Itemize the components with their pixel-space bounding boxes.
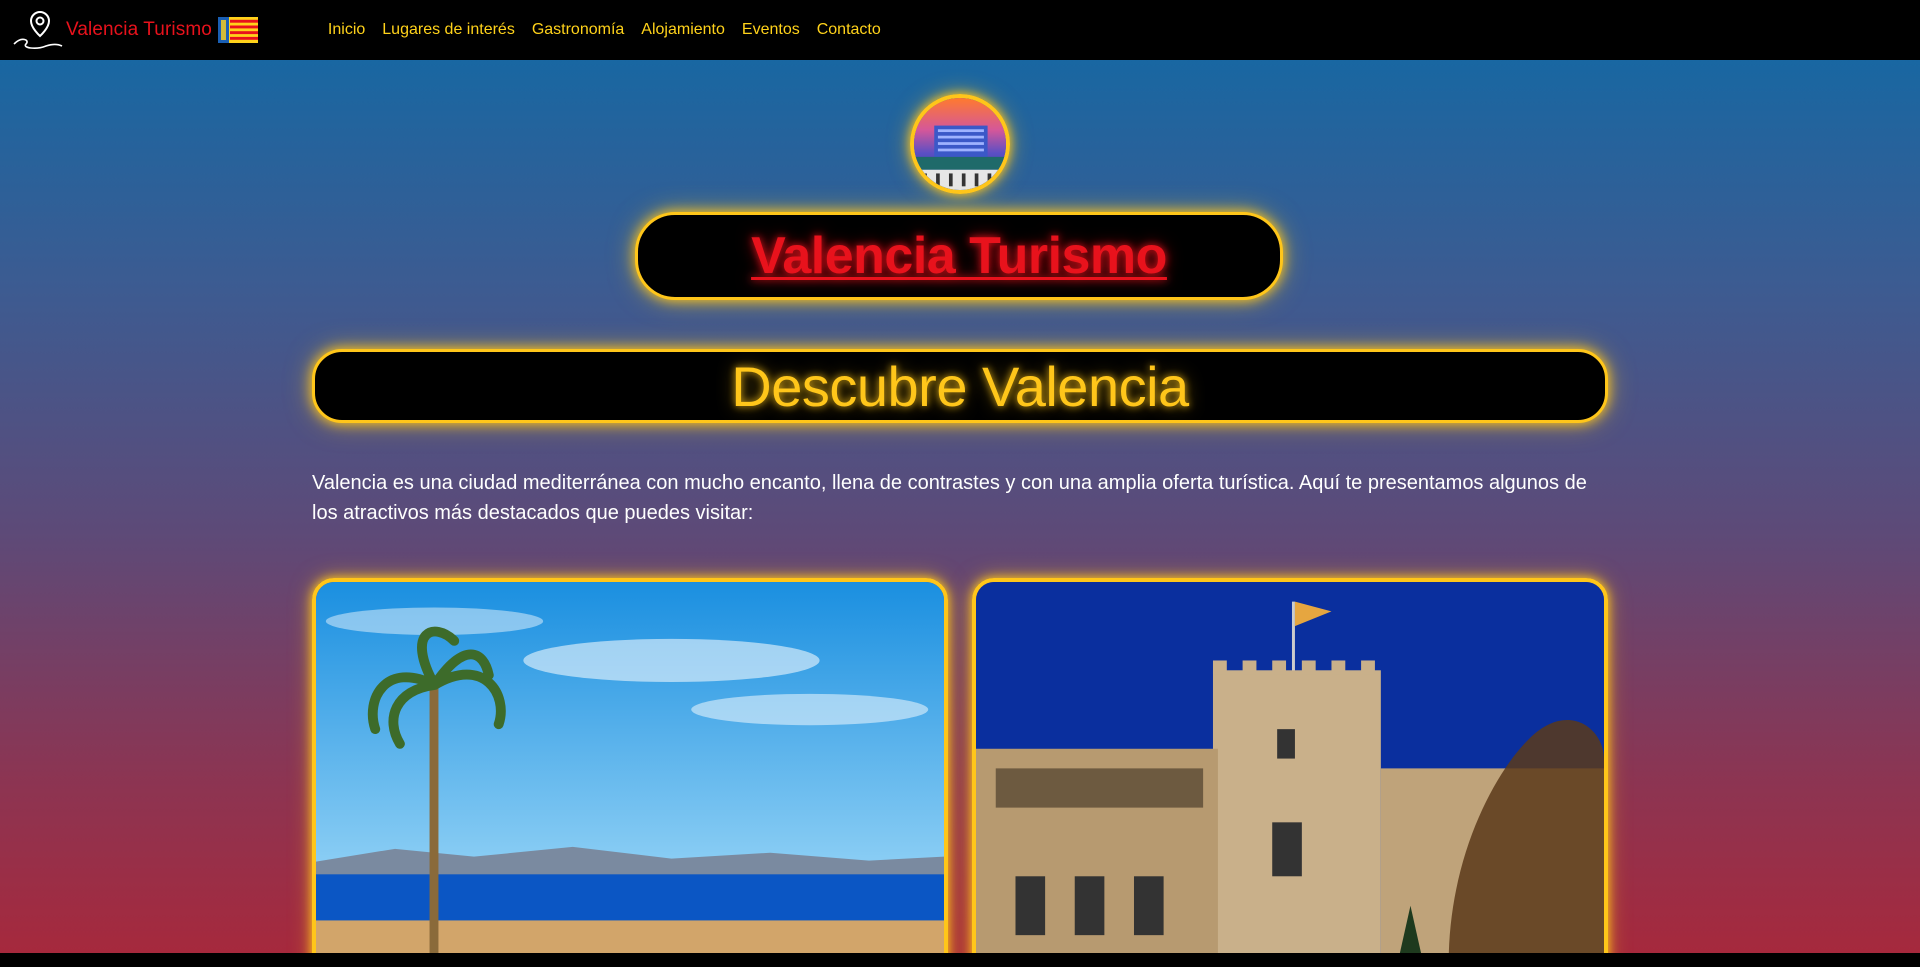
nav-contacto[interactable]: Contacto [817,21,881,39]
site-title-box: Valencia Turismo [635,212,1283,300]
map-pin-icon [13,10,63,49]
hero-avatar-image [910,94,1010,194]
section-heading: Descubre Valencia [731,354,1189,418]
intro-paragraph: Valencia es una ciudad mediterránea con … [312,472,1587,524]
lonja-image-card[interactable] [972,578,1608,967]
valencia-flag-icon [217,17,258,43]
nav-gastronomia[interactable]: Gastronomía [532,21,624,39]
brand-link[interactable]: Valencia Turismo [12,8,258,52]
nav-inicio[interactable]: Inicio [328,21,365,39]
lonja-photo [976,582,1604,967]
nav-lugares-de-interes[interactable]: Lugares de interés [382,21,515,39]
nav-alojamiento[interactable]: Alojamiento [641,21,725,39]
site-title-link[interactable]: Valencia Turismo [751,226,1167,286]
beach-image-card[interactable] [312,578,948,967]
brand-name: Valencia Turismo [66,19,212,40]
main-nav: Inicio Lugares de interés Gastronomía Al… [328,21,898,39]
section-heading-box: Descubre Valencia [312,349,1608,423]
nav-eventos[interactable]: Eventos [742,21,800,39]
navbar: Valencia Turismo Inicio Lugares de inter… [0,0,1920,60]
beach-photo [316,582,944,967]
bottom-bar [0,953,1920,967]
